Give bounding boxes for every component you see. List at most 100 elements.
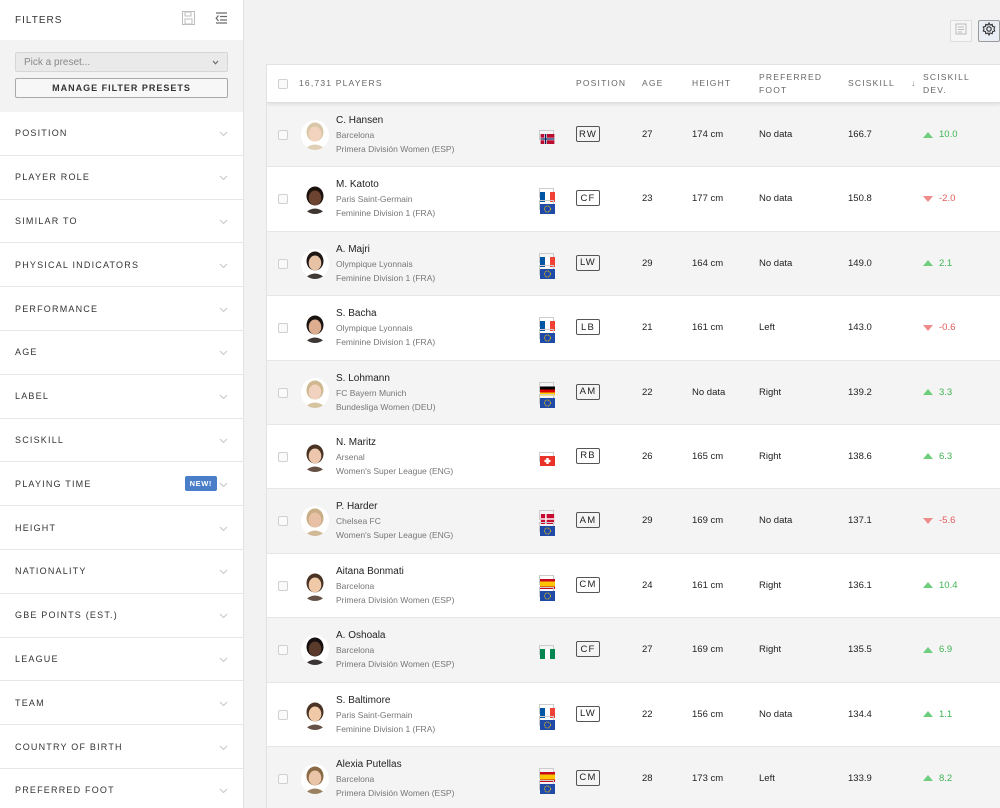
table-row[interactable]: S. Lohmann FC Bayern Munich Bundesliga Wom… [267, 360, 1000, 425]
filter-label: SIMILAR TO [15, 215, 78, 226]
player-name[interactable]: M. Katoto [336, 178, 435, 192]
filter-league[interactable]: LEAGUE [0, 638, 243, 682]
player-name[interactable]: Alexia Putellas [336, 758, 454, 772]
table-row[interactable]: N. Maritz Arsenal Women's Super League (EN… [267, 425, 1000, 490]
row-checkbox[interactable] [278, 580, 288, 591]
trend-down-icon [923, 324, 933, 331]
save-icon[interactable] [182, 10, 195, 30]
filter-label: COUNTRY OF BIRTH [15, 741, 123, 752]
header-sciskill-dev[interactable]: SCISKILL DEV. [923, 71, 970, 97]
player-name[interactable]: S. Lohmann [336, 372, 436, 386]
trend-up-icon [923, 646, 933, 653]
table-row[interactable]: A. Oshoala Barcelona Primera División Wome… [267, 618, 1000, 683]
filter-preferred-foot[interactable]: PREFERRED FOOT [0, 769, 243, 808]
table-row[interactable]: S. Baltimore Paris Saint-Germain Feminine … [267, 683, 1000, 747]
manage-filter-presets-button[interactable]: MANAGE FILTER PRESETS [15, 78, 228, 98]
height-cell: 169 cm [692, 644, 724, 656]
filter-position[interactable]: POSITION [0, 112, 243, 156]
filter-sciskill[interactable]: SCISKILL [0, 419, 243, 463]
filter-nationality[interactable]: NATIONALITY [0, 550, 243, 594]
preferred-foot-cell: Right [759, 450, 782, 462]
player-club: Barcelona [336, 645, 375, 656]
player-info: P. Harder Chelsea FC Women's Super League … [336, 500, 453, 542]
player-name[interactable]: P. Harder [336, 500, 453, 514]
player-name[interactable]: S. Bacha [336, 307, 435, 321]
trend-up-icon [923, 453, 933, 460]
position-badge: LW [576, 705, 600, 722]
collapse-sidebar-icon[interactable] [215, 11, 228, 29]
filter-performance[interactable]: PERFORMANCE [0, 287, 243, 331]
table-row[interactable]: S. Bacha Olympique Lyonnais Feminine Divis… [267, 296, 1000, 361]
filter-country-of-birth[interactable]: COUNTRY OF BIRTH [0, 725, 243, 769]
player-info: S. Lohmann FC Bayern Munich Bundesliga Wom… [336, 372, 436, 414]
row-checkbox[interactable] [278, 130, 288, 140]
filter-playing-time[interactable]: PLAYING TIME NEW! [0, 462, 243, 507]
preferred-foot-cell: No data [759, 129, 793, 140]
row-checkbox[interactable] [278, 709, 288, 720]
player-avatar [301, 441, 329, 472]
player-info: C. Hansen Barcelona Primera División Women… [336, 114, 454, 156]
row-checkbox[interactable] [278, 516, 288, 527]
france-flag-icon [539, 252, 555, 267]
table-row[interactable]: Aitana Bonmati Barcelona Primera División … [267, 554, 1000, 619]
height-cell: 165 cm [692, 450, 724, 462]
table-row[interactable]: Alexia Putellas Barcelona Primera División… [267, 746, 1000, 808]
export-button[interactable] [950, 20, 972, 42]
header-preferred-foot[interactable]: PREFERRED FOOT [759, 71, 822, 97]
player-name[interactable]: Aitana Bonmati [336, 565, 454, 579]
chevron-down-icon [219, 650, 228, 668]
table-row[interactable]: C. Hansen Barcelona Primera División Women… [267, 103, 1000, 168]
row-checkbox[interactable] [278, 323, 288, 334]
sciskill-cell: 133.9 [848, 772, 872, 784]
player-name[interactable]: S. Baltimore [336, 694, 435, 708]
preferred-foot-cell: Right [759, 644, 782, 656]
player-name[interactable]: A. Oshoala [336, 629, 454, 643]
row-checkbox[interactable] [278, 451, 288, 462]
new-badge: NEW! [184, 476, 217, 492]
sciskill-dev-value: 2.1 [939, 257, 953, 269]
filter-team[interactable]: TEAM [0, 681, 243, 726]
player-name[interactable]: C. Hansen [336, 114, 454, 128]
table-row[interactable]: A. Majri Olympique Lyonnais Feminine Divis… [267, 231, 1000, 297]
header-age[interactable]: AGE [642, 77, 664, 90]
sort-desc-icon: ↓ [910, 78, 917, 88]
table-body: C. Hansen Barcelona Primera División Women… [267, 103, 1000, 808]
row-checkbox[interactable] [278, 387, 288, 398]
filter-age[interactable]: AGE [0, 331, 243, 375]
row-checkbox[interactable] [278, 194, 288, 205]
eu-flag-icon [539, 329, 555, 344]
filter-label: TEAM [15, 697, 45, 708]
filter-label: PERFORMANCE [15, 303, 99, 314]
nationality-flags [539, 645, 555, 660]
filter-player-role[interactable]: PLAYER ROLE [0, 156, 243, 200]
header-sciskill[interactable]: SCISKILL ↓ [848, 77, 917, 90]
filter-height[interactable]: HEIGHT [0, 506, 243, 550]
trend-down-icon [923, 195, 933, 202]
table-row[interactable]: P. Harder Chelsea FC Women's Super League … [267, 489, 1000, 554]
chevron-down-icon [219, 562, 228, 580]
header-position[interactable]: POSITION [576, 77, 626, 90]
player-club: Barcelona [336, 580, 375, 591]
filter-gbe-points-est[interactable]: GBE POINTS (EST.) [0, 594, 243, 638]
trend-up-icon [923, 389, 933, 396]
preset-select[interactable]: Pick a preset... [15, 52, 228, 72]
position-badge: CF [576, 190, 600, 207]
row-checkbox[interactable] [278, 773, 288, 784]
select-all-checkbox[interactable] [278, 78, 288, 89]
filter-label[interactable]: LABEL [0, 375, 243, 419]
player-name[interactable]: N. Maritz [336, 436, 453, 450]
row-checkbox[interactable] [278, 645, 288, 656]
settings-button[interactable] [978, 20, 1000, 42]
header-height[interactable]: HEIGHT [692, 77, 731, 90]
filter-physical-indicators[interactable]: PHYSICAL INDICATORS [0, 243, 243, 288]
header-foot-line1: PREFERRED [759, 71, 823, 82]
sciskill-cell: 135.5 [848, 644, 872, 656]
row-checkbox[interactable] [278, 258, 288, 269]
filter-similar-to[interactable]: SIMILAR TO [0, 200, 243, 244]
player-name[interactable]: A. Majri [336, 243, 435, 257]
eu-flag-icon [539, 200, 555, 215]
table-row[interactable]: M. Katoto Paris Saint-Germain Feminine Div… [267, 167, 1000, 232]
nationality-flags [539, 130, 555, 144]
nigeria-flag-icon [539, 645, 555, 660]
player-club: Paris Saint-Germain [336, 194, 413, 205]
